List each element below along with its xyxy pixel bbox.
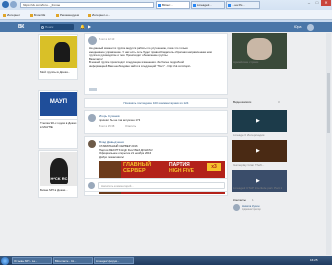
- scrollbar-thumb[interactable]: [327, 73, 330, 133]
- search-icon: [41, 25, 44, 29]
- post-text: На данный момент в группе ведутся работы…: [89, 46, 212, 68]
- avatar: [88, 182, 95, 189]
- back-button[interactable]: [2, 1, 9, 8]
- avatar[interactable]: [88, 36, 97, 45]
- video-thumbnail[interactable]: ▶: [232, 110, 287, 132]
- banner-rate: x3: [207, 163, 221, 171]
- ad-text: Тлепка 90-х годов в Доказ в МАУПЕ: [40, 121, 77, 129]
- section-title[interactable]: Контакты: [233, 198, 246, 202]
- close-button[interactable]: ✕: [321, 0, 331, 6]
- taskbar-item[interactable]: Lineage2 форум...: [94, 257, 134, 264]
- banner-title: ГЛАВНЫЙ СЕРВЕР: [123, 162, 152, 174]
- play-icon: ▶: [256, 118, 260, 124]
- reply-link[interactable]: Ответить: [125, 125, 136, 128]
- member-role: Администратор: [242, 208, 261, 211]
- vk-tab-icon: [158, 4, 161, 7]
- maximize-button[interactable]: □: [313, 0, 321, 6]
- forward-button[interactable]: [10, 1, 17, 8]
- scrollbar[interactable]: [326, 33, 331, 255]
- bookmark-item[interactable]: Рекомендуем: [56, 12, 79, 18]
- bookmark-item[interactable]: Интернет-о...: [88, 12, 110, 18]
- star-icon: [3, 13, 6, 17]
- taskbar-item[interactable]: ВКонтакте - Int...: [53, 257, 93, 264]
- like-icon[interactable]: [89, 88, 97, 91]
- avatar[interactable]: [88, 140, 96, 148]
- bookmarks-bar: [0, 10, 332, 20]
- section-count: 1: [252, 198, 254, 202]
- video-caption[interactable]: Армейские стрики: [233, 60, 258, 64]
- video-caption[interactable]: Gameplay Gran Theft...: [233, 163, 264, 167]
- post-date[interactable]: 6 окт в 12:13: [99, 38, 114, 41]
- comment-date: 8 окт в 15:38: [99, 125, 115, 128]
- minimize-button[interactable]: –: [305, 0, 313, 6]
- comment-text: СТАБИЛЬНЫЙ СЕРВЕР 2016 Партия БЕЗ РТЗ Hi…: [99, 144, 153, 159]
- vk-logo[interactable]: ВК: [18, 24, 24, 30]
- comment-text: пришёл бы не так актуален 173: [99, 118, 141, 122]
- video-thumbnail[interactable]: ▶: [232, 140, 287, 162]
- screen: https://vk.com/foru..._fronoe ВКонт... L…: [0, 0, 332, 265]
- comment-input[interactable]: Написать комментарий...: [98, 182, 225, 189]
- ad-image: МАУП: [40, 92, 77, 116]
- ad-image: [40, 36, 77, 68]
- browser-tab[interactable]: Lineage2...: [191, 1, 225, 9]
- taskbar-item[interactable]: Отзывы МП - La...: [12, 257, 52, 264]
- show-more-comments[interactable]: Показать последние 100 комментариев из 1…: [84, 98, 228, 108]
- ad-text: Бизне МП в Доказ...: [40, 188, 68, 192]
- tab-icon: [228, 4, 231, 7]
- ad-logo: МАУП: [49, 99, 68, 105]
- address-bar[interactable]: https://vk.com/foru..._fronoe: [20, 2, 154, 8]
- search-input[interactable]: Поиск: [40, 24, 74, 30]
- section-title[interactable]: Видеозаписи: [233, 100, 251, 104]
- comment: Игорь Суханов пришёл бы не так актуален …: [84, 110, 228, 134]
- section-count: 3: [278, 100, 280, 104]
- video-caption[interactable]: Lineage2 СТАР Interlude part. Part 1: [233, 186, 288, 190]
- comment-box: Написать комментарий...: [84, 178, 228, 192]
- bookmark-icon: [30, 13, 33, 17]
- video-caption[interactable]: Lineage II Интерлюдия: [233, 133, 264, 137]
- browser-tab[interactable]: ...нa Ри...: [226, 1, 260, 9]
- person-silhouette-icon: [54, 42, 70, 62]
- face-image: [247, 38, 272, 60]
- bell-icon[interactable]: 🔔: [80, 24, 85, 29]
- tab-icon: [193, 4, 196, 7]
- ad-card[interactable]: Тлепка 90-х годов в Доказ в МАУПЕ: [38, 119, 78, 149]
- play-icon: ▶: [256, 178, 260, 184]
- bookmark-icon: [56, 13, 59, 17]
- start-button[interactable]: [1, 256, 9, 265]
- browser-tab[interactable]: ВКонт...: [156, 1, 190, 9]
- bookmark-item[interactable]: Блок КЕ: [30, 12, 45, 18]
- ad-overlay-text: H*CK RC: [50, 176, 68, 181]
- user-name[interactable]: Юра: [294, 24, 301, 30]
- avatar[interactable]: [88, 114, 96, 122]
- play-icon: ▶: [256, 148, 260, 154]
- ad-card[interactable]: H*CK RC Бизне МП в Доказ...: [38, 150, 78, 198]
- bookmark-icon: [88, 13, 91, 17]
- ad-text: Мой группы в Доказ...: [40, 70, 71, 74]
- wall-post: 6 окт в 12:13 На данный момент в группе …: [84, 33, 228, 95]
- ad-image: H*CK RC: [40, 152, 77, 186]
- avatar[interactable]: [233, 204, 240, 211]
- bookmark-item[interactable]: Интернет: [3, 12, 20, 18]
- banner-party: ПАРТИЯ HIGH FIVE: [169, 162, 195, 174]
- clock: 16:25: [310, 258, 318, 262]
- ad-card[interactable]: Мой группы в Доказ...: [38, 34, 78, 80]
- play-icon[interactable]: ▶: [88, 24, 91, 29]
- avatar[interactable]: [307, 23, 314, 31]
